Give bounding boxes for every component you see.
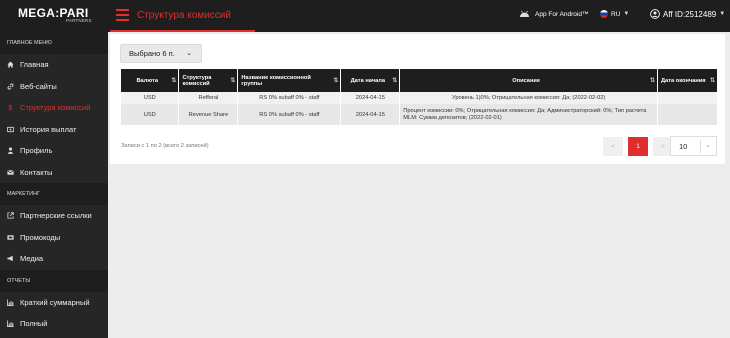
table-cell xyxy=(657,104,718,125)
column-header-currency[interactable]: Валюта ⇅ xyxy=(121,69,180,92)
sidebar-item-profile[interactable]: Профиль xyxy=(0,140,108,162)
column-header-commission-group[interactable]: Название комиссионной группы ⇅ xyxy=(237,69,342,92)
sidebar-item-label: Полный xyxy=(20,319,48,329)
title-underline xyxy=(110,30,255,32)
megaphone-icon xyxy=(7,255,13,262)
sidebar-item-label: Медиа xyxy=(20,254,44,264)
sort-icon: ⇅ xyxy=(392,78,398,84)
svg-text:$: $ xyxy=(8,105,12,111)
home-icon xyxy=(7,61,14,68)
table-cell: 2024-04-15 xyxy=(340,104,401,125)
table-cell: RS 0% subaff 0% - staff xyxy=(237,92,342,104)
commission-table: Валюта ⇅ Структура комиссий ⇅ Название ком… xyxy=(121,69,718,125)
table-cell: RS 0% subaff 0% - staff xyxy=(237,104,342,125)
android-app-link[interactable]: App For Android™ xyxy=(519,10,588,18)
promo-icon xyxy=(7,235,14,240)
column-header-description[interactable]: Описание ⇅ xyxy=(399,69,658,92)
chevron-down-icon: ▼ xyxy=(623,11,630,17)
sort-icon: ⇅ xyxy=(230,78,236,84)
chevron-down-icon: ▼ xyxy=(719,11,726,17)
column-header-end-date[interactable]: Дата окончания ⇅ xyxy=(657,69,718,92)
sidebar-item-label: Контакты xyxy=(20,167,53,177)
chevron-down-icon: ⌄ xyxy=(705,142,711,149)
table-row: USD Revenue Share RS 0% subaff 0% - staf… xyxy=(121,104,718,125)
sidebar-item-media[interactable]: Медиа xyxy=(0,248,108,270)
sidebar-item-promocodes[interactable]: Промокоды xyxy=(0,227,108,249)
language-selector[interactable]: RU ▼ xyxy=(600,10,629,18)
chevron-down-icon: ⌄ xyxy=(186,50,192,57)
android-icon xyxy=(520,10,529,17)
chart-icon xyxy=(7,320,14,328)
table-cell: Refferal xyxy=(178,92,239,104)
sidebar-item-brief-summary[interactable]: Краткий суммарный xyxy=(0,292,108,314)
table-cell: Revenue Share xyxy=(178,104,239,125)
sidebar-item-label: Партнерские ссылки xyxy=(20,211,92,221)
select-divider xyxy=(700,140,701,153)
sidebar-item-partner-links[interactable]: Партнерские ссылки xyxy=(0,205,108,227)
aff-id-label: Aff ID:2512489 xyxy=(663,9,717,19)
table-cell: Уровень 1)0%; Отрицательная комиссия: Да… xyxy=(399,92,658,104)
table-cell: USD xyxy=(121,92,180,104)
sidebar-item-label: Структура комиссий xyxy=(20,103,91,113)
sidebar-item-label: Веб-сайты xyxy=(20,81,57,91)
sidebar-item-label: Промокоды xyxy=(20,232,61,242)
per-page-value: 10 xyxy=(679,141,688,151)
android-label: App For Android™ xyxy=(535,10,589,18)
user-icon xyxy=(7,147,14,155)
menu-toggle-icon[interactable] xyxy=(116,9,129,21)
table-row: USD Refferal RS 0% subaff 0% - staff 202… xyxy=(121,92,718,104)
column-header-commission-structure[interactable]: Структура комиссий ⇅ xyxy=(178,69,239,92)
sidebar: ГЛАВНОЕ МЕНЮ Главная Веб-сайты $ Структу… xyxy=(0,32,108,338)
sidebar-item-label: Главная xyxy=(20,60,49,70)
logo-subtext: PARTNERS xyxy=(66,18,92,23)
column-filter-select[interactable]: Выбрано 6 п. ⌄ xyxy=(120,44,202,63)
sidebar-item-label: Краткий суммарный xyxy=(20,297,90,307)
language-label: RU xyxy=(611,10,621,18)
sidebar-item-payout-history[interactable]: История выплат xyxy=(0,119,108,141)
sidebar-item-contacts[interactable]: Контакты xyxy=(0,162,108,184)
sidebar-item-label: История выплат xyxy=(20,124,77,134)
table-cell: Процент комиссии: 0%; Отрицательная коми… xyxy=(399,104,658,125)
chart-icon xyxy=(7,299,14,306)
filter-selected-label: Выбрано 6 п. xyxy=(129,49,175,58)
page-button-1[interactable]: 1 xyxy=(628,137,648,156)
sidebar-section-reports: ОТЧЕТЫ xyxy=(0,269,108,292)
russia-flag-icon xyxy=(600,10,608,18)
user-menu[interactable]: Aff ID:2512489 ▼ xyxy=(650,9,725,19)
per-page-select[interactable]: 10 ⌄ xyxy=(670,136,717,156)
sort-icon: ⇅ xyxy=(333,78,339,84)
mail-icon xyxy=(7,169,14,175)
wallet-icon xyxy=(7,126,14,132)
table-cell xyxy=(657,92,718,104)
column-header-start-date[interactable]: Дата начала ⇅ xyxy=(340,69,401,92)
sort-icon: ⇅ xyxy=(649,78,655,84)
table-cell: USD xyxy=(121,104,180,125)
sidebar-item-full[interactable]: Полный xyxy=(0,313,108,335)
brand-logo[interactable]: MEGA:PARI PARTNERS xyxy=(0,0,108,32)
commission-panel: Выбрано 6 п. ⌄ Валюта ⇅ Структура комисси… xyxy=(110,34,725,164)
sort-icon: ⇅ xyxy=(171,78,177,84)
records-info: Записи с 1 по 2 (всего 2 записей) xyxy=(121,143,209,149)
sidebar-section-main: ГЛАВНОЕ МЕНЮ xyxy=(0,32,108,54)
sidebar-item-websites[interactable]: Веб-сайты xyxy=(0,76,108,98)
sidebar-item-label: Профиль xyxy=(20,146,53,156)
dollar-icon: $ xyxy=(8,105,12,111)
sort-icon: ⇅ xyxy=(709,78,715,84)
page-title: Структура комиссий xyxy=(137,10,231,21)
pagination: < 1 > xyxy=(603,137,673,156)
sidebar-item-commission-structure[interactable]: $ Структура комиссий xyxy=(0,97,108,119)
prev-page-button[interactable]: < xyxy=(603,137,623,156)
user-circle-icon xyxy=(650,9,660,19)
external-link-icon xyxy=(7,212,14,219)
link-icon xyxy=(7,83,14,90)
sidebar-section-marketing: МАРКЕТИНГ xyxy=(0,183,108,205)
table-cell: 2024-04-15 xyxy=(340,92,401,104)
sidebar-item-home[interactable]: Главная xyxy=(0,54,108,76)
